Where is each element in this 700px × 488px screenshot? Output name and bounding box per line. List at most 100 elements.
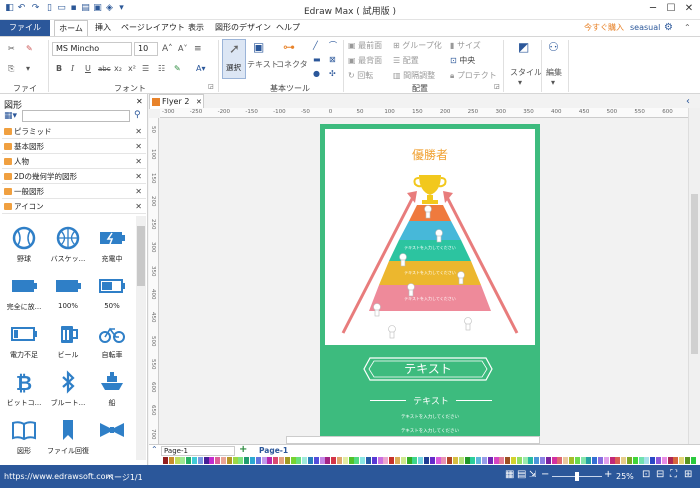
color-swatch[interactable]: [168, 457, 174, 464]
color-swatch[interactable]: [279, 457, 284, 464]
color-swatch[interactable]: [650, 457, 656, 464]
color-swatch[interactable]: [192, 457, 197, 464]
color-swatch[interactable]: [215, 457, 221, 464]
color-swatch[interactable]: [308, 457, 313, 464]
color-swatch[interactable]: [273, 457, 279, 464]
panel-scrollbar[interactable]: [136, 216, 146, 460]
arc-tool-icon[interactable]: ⌒: [329, 40, 337, 52]
sub-text[interactable]: テキスト: [400, 394, 462, 407]
canvas-scroll-thumb[interactable]: [691, 194, 698, 354]
color-swatch[interactable]: [400, 457, 406, 464]
color-swatch[interactable]: [389, 457, 395, 464]
body-text-line-2[interactable]: テキストを入力してください: [340, 428, 520, 434]
color-swatch[interactable]: [435, 457, 441, 464]
zoom-out-icon[interactable]: −: [541, 469, 549, 480]
color-swatch[interactable]: [621, 457, 627, 464]
color-swatch[interactable]: [563, 457, 569, 464]
color-swatch[interactable]: [441, 457, 447, 464]
subscript-button[interactable]: x₂: [114, 63, 122, 75]
add-page-icon[interactable]: +: [239, 444, 247, 455]
color-swatch[interactable]: [557, 457, 563, 464]
settings-gear-icon[interactable]: ⚙: [664, 20, 673, 36]
shape-item[interactable]: 野球: [2, 226, 46, 264]
color-swatch[interactable]: [516, 457, 522, 464]
minimize-button[interactable]: ─: [646, 2, 660, 16]
pyramid-layer-2[interactable]: [399, 221, 461, 240]
user-account[interactable]: seasual: [630, 20, 660, 36]
color-swatch[interactable]: [569, 457, 574, 464]
font-dialog-launcher-icon[interactable]: ◲: [208, 81, 214, 93]
superscript-button[interactable]: x²: [128, 63, 136, 75]
color-swatch[interactable]: [638, 457, 644, 464]
color-swatch[interactable]: [685, 457, 690, 464]
color-swatch[interactable]: [255, 457, 261, 464]
edit-dropdown-icon[interactable]: ▾: [551, 77, 555, 89]
text-highlight-icon[interactable]: ✎: [174, 63, 181, 75]
close-library-icon[interactable]: ✕: [135, 170, 142, 184]
color-swatch[interactable]: [290, 457, 296, 464]
text-tool-label[interactable]: テキスト: [247, 59, 279, 71]
color-swatch[interactable]: [482, 457, 487, 464]
shape-item[interactable]: 船: [90, 370, 134, 408]
library-item[interactable]: 人物 ✕: [2, 155, 146, 169]
color-swatch[interactable]: [679, 457, 685, 464]
color-swatch[interactable]: [487, 457, 493, 464]
collapse-right-panel-icon[interactable]: ‹: [686, 96, 690, 107]
binoculars-icon[interactable]: ⚇: [548, 41, 559, 53]
color-swatch[interactable]: [534, 457, 540, 464]
search-icon[interactable]: ⚲: [134, 110, 141, 120]
tab-file[interactable]: ファイル: [0, 20, 50, 36]
close-doc-icon[interactable]: ✕: [196, 95, 202, 109]
pyramid-text-5[interactable]: テキストを入力してください: [404, 320, 456, 326]
zoom-level[interactable]: 25%: [616, 472, 634, 481]
zoom-slider-thumb[interactable]: [575, 472, 579, 481]
italic-button[interactable]: I: [71, 63, 74, 75]
color-swatch[interactable]: [203, 457, 209, 464]
bullet-list-icon[interactable]: ☰: [142, 63, 149, 75]
color-swatch[interactable]: [313, 457, 319, 464]
tab-view[interactable]: 表示: [188, 20, 204, 36]
color-swatch[interactable]: [250, 457, 255, 464]
color-swatch[interactable]: [545, 457, 551, 464]
color-swatch[interactable]: [598, 457, 603, 464]
color-swatch[interactable]: [406, 457, 412, 464]
tab-insert[interactable]: 挿入: [95, 20, 111, 36]
tab-home[interactable]: ホーム: [54, 20, 88, 36]
clear-format-icon[interactable]: ≡: [194, 43, 202, 55]
panel-scroll-thumb[interactable]: [137, 226, 145, 286]
grow-font-icon[interactable]: A˄: [162, 43, 173, 55]
document-tab[interactable]: Flyer 2 ✕: [149, 94, 204, 109]
bold-button[interactable]: B: [56, 63, 62, 75]
line-tool-icon[interactable]: ╱: [313, 40, 318, 52]
fit-icon[interactable]: ⇲: [529, 470, 537, 480]
shape-item[interactable]: 自転車: [90, 322, 134, 360]
style-dropdown-icon[interactable]: ▾: [518, 77, 522, 89]
color-swatch[interactable]: [505, 457, 511, 464]
pyramid-text-4[interactable]: テキストを入力してください: [404, 295, 456, 301]
grid-view-icon[interactable]: ▤: [517, 469, 526, 480]
color-swatch[interactable]: [528, 457, 534, 464]
arrange-dialog-launcher-icon[interactable]: ◲: [494, 81, 500, 93]
select-tool-button[interactable]: ➚ 選択: [222, 39, 246, 79]
color-swatch[interactable]: [284, 457, 290, 464]
color-swatch[interactable]: [221, 457, 226, 464]
shape-item[interactable]: バスケッ...: [46, 226, 90, 264]
color-swatch[interactable]: [574, 457, 580, 464]
color-swatch[interactable]: [424, 457, 429, 464]
color-swatch[interactable]: [644, 457, 650, 464]
close-library-icon[interactable]: ✕: [135, 140, 142, 154]
close-library-icon[interactable]: ✕: [135, 185, 142, 199]
color-swatch[interactable]: [464, 457, 470, 464]
color-swatch[interactable]: [609, 457, 615, 464]
font-name-select[interactable]: MS Mincho: [52, 42, 132, 56]
color-swatch[interactable]: [238, 457, 244, 464]
paste-icon[interactable]: ▾: [26, 63, 30, 75]
style-button[interactable]: スタイル: [510, 67, 542, 79]
shape-item[interactable]: 50%: [90, 274, 134, 310]
shape-item[interactable]: 完全に放...: [2, 274, 46, 312]
page-tab-1[interactable]: Page-1: [259, 446, 288, 455]
color-swatch[interactable]: [331, 457, 337, 464]
pyramid-text-2[interactable]: テキストを入力してください: [404, 244, 456, 250]
canvas-horizontal-scrollbar[interactable]: [286, 436, 540, 444]
color-swatch[interactable]: [163, 457, 168, 464]
